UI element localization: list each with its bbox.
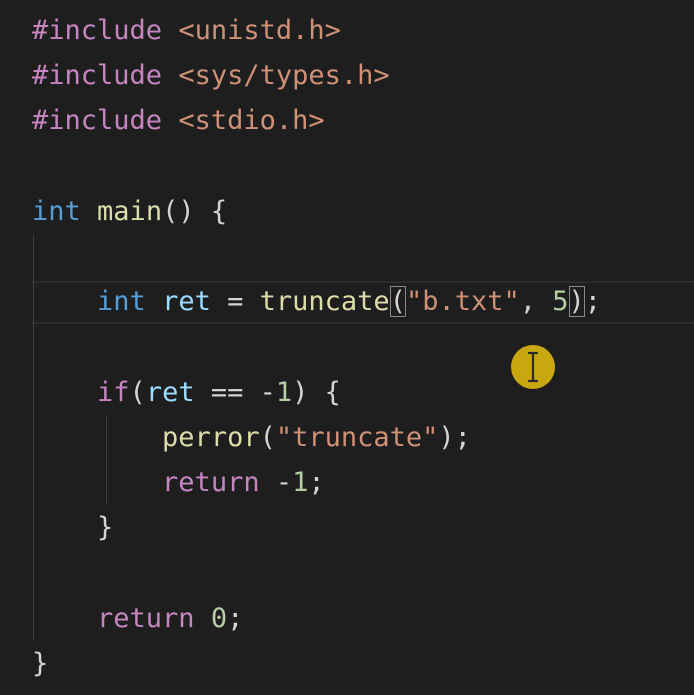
code-token: perror xyxy=(162,421,260,453)
code-token: 1 xyxy=(292,467,309,498)
code-token: 0 xyxy=(210,602,228,634)
code-token: ( xyxy=(129,376,146,408)
code-token: } xyxy=(32,512,114,544)
code-token: , xyxy=(519,286,553,318)
code-line[interactable]: #include <stdio.h> xyxy=(32,98,325,143)
code-line[interactable]: perror("truncate"); xyxy=(32,415,471,460)
code-token: <stdio.h> xyxy=(178,105,325,137)
code-token: () { xyxy=(162,195,228,227)
code-line[interactable]: } xyxy=(32,641,48,686)
code-token: int xyxy=(32,195,81,227)
code-token: 1 xyxy=(275,376,293,408)
code-token: ret xyxy=(162,286,211,318)
code-token: "b.txt" xyxy=(405,286,520,318)
code-token: if xyxy=(97,376,130,408)
code-token: int xyxy=(97,286,146,318)
code-token: #include xyxy=(32,105,163,137)
code-token: = xyxy=(210,286,260,318)
code-token: - xyxy=(259,467,293,498)
code-token: <sys/types.h> xyxy=(178,60,390,92)
code-token: #include xyxy=(32,60,163,92)
code-token: truncate xyxy=(259,286,390,318)
ibeam-cursor-icon xyxy=(527,351,539,383)
code-token: return xyxy=(97,602,195,634)
code-token: ; xyxy=(584,286,602,318)
code-token: ret xyxy=(145,376,195,408)
code-token: ; xyxy=(308,467,325,498)
code-line[interactable]: #include <unistd.h> xyxy=(32,8,341,53)
code-token: ); xyxy=(438,421,471,453)
matched-bracket: ) xyxy=(568,286,585,318)
code-token: ) { xyxy=(292,376,341,408)
code-editor[interactable]: #include <unistd.h> #include <sys/types.h… xyxy=(0,0,694,695)
code-line[interactable]: return 0; xyxy=(32,596,243,641)
code-token: #include xyxy=(32,15,163,46)
code-token: "truncate" xyxy=(275,421,439,453)
matched-bracket: ( xyxy=(389,286,406,318)
code-line[interactable]: if(ret == -1) { xyxy=(32,370,341,415)
code-line[interactable]: #include <sys/types.h> xyxy=(32,53,390,98)
code-token: ; xyxy=(227,602,244,634)
code-line[interactable]: } xyxy=(32,505,113,550)
code-token: 5 xyxy=(552,286,569,318)
code-token: <unistd.h> xyxy=(178,15,341,46)
code-token: main xyxy=(97,195,163,227)
code-token: return xyxy=(162,467,260,498)
code-line[interactable]: return -1; xyxy=(32,460,325,505)
code-token: ( xyxy=(259,421,276,453)
code-token: } xyxy=(32,647,49,679)
code-line[interactable]: int ret = truncate("b.txt", 5); xyxy=(32,279,601,324)
code-line[interactable]: int main() { xyxy=(32,189,227,234)
code-token: == - xyxy=(194,376,276,408)
